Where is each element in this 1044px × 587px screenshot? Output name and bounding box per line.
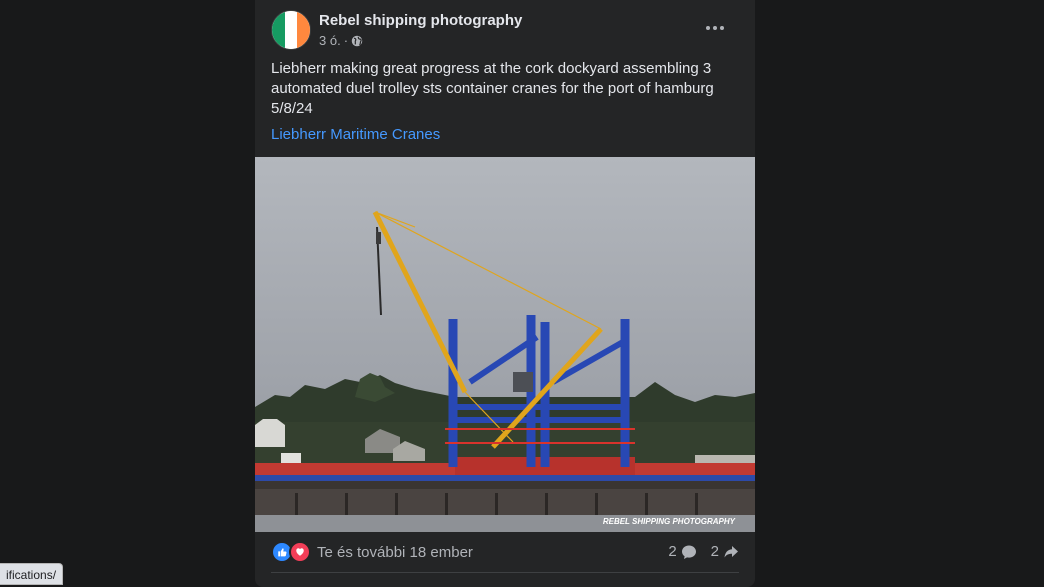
more-options-button[interactable] (697, 16, 733, 40)
post-card: Rebel shipping photography 3 ó. · Liebhe… (255, 0, 755, 587)
browser-status-url: ifications/ (0, 563, 64, 585)
love-icon (289, 541, 311, 563)
post-meta: 3 ó. · (319, 33, 363, 48)
globe-icon[interactable] (351, 35, 363, 47)
dot-icon (713, 26, 717, 30)
divider (271, 572, 739, 573)
post-header: Rebel shipping photography 3 ó. · (271, 10, 739, 54)
page-name-link[interactable]: Rebel shipping photography (319, 12, 522, 29)
post-time[interactable]: 3 ó. (319, 33, 341, 48)
post-text: Liebherr making great progress at the co… (271, 60, 714, 117)
reactions-summary[interactable]: Te és további 18 ember (271, 541, 473, 563)
comments-count-value: 2 (668, 543, 677, 560)
engagement-counts: 2 2 (668, 543, 739, 560)
reactions-text: Te és további 18 ember (317, 543, 473, 561)
post-photo[interactable]: REBEL SHIPPING PHOTOGRAPHY (255, 157, 755, 532)
dot-icon (706, 26, 710, 30)
photo-watermark: REBEL SHIPPING PHOTOGRAPHY (603, 517, 736, 526)
shares-count[interactable]: 2 (711, 543, 739, 560)
tagged-page-link[interactable]: Liebherr Maritime Cranes (271, 126, 440, 143)
meta-separator: · (343, 33, 349, 48)
comment-icon (681, 545, 696, 559)
page-avatar[interactable] (271, 10, 311, 50)
shares-count-value: 2 (710, 543, 719, 560)
dot-icon (720, 26, 724, 30)
comments-count[interactable]: 2 (668, 543, 696, 560)
share-icon (724, 545, 738, 557)
